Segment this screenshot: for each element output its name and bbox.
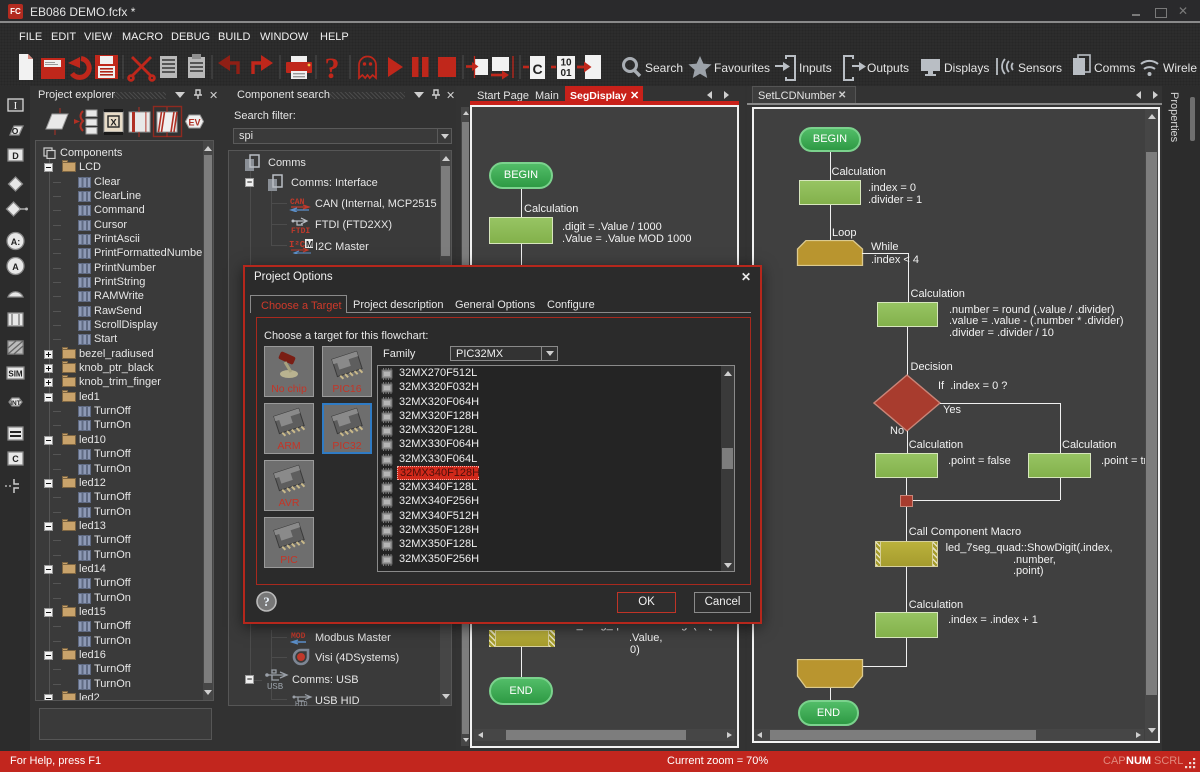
svg-text:A:: A: bbox=[11, 237, 21, 247]
svg-text:SIM: SIM bbox=[8, 370, 23, 379]
svg-text:I: I bbox=[14, 100, 18, 112]
svg-text:10: 10 bbox=[560, 58, 572, 69]
svg-text:CAN: CAN bbox=[290, 198, 305, 207]
svg-text:M: M bbox=[306, 239, 313, 249]
svg-text:C: C bbox=[532, 61, 542, 77]
svg-text:D: D bbox=[12, 151, 19, 161]
svg-text:USB: USB bbox=[267, 682, 284, 692]
svg-text:C: C bbox=[12, 454, 19, 464]
svg-text:A: A bbox=[12, 262, 19, 272]
svg-text:INT: INT bbox=[10, 400, 21, 407]
svg-text:EV: EV bbox=[188, 118, 200, 128]
svg-text:O: O bbox=[12, 126, 19, 136]
svg-text:?: ? bbox=[325, 52, 340, 85]
svg-text:MOD: MOD bbox=[291, 632, 306, 641]
svg-text:FTDI: FTDI bbox=[291, 227, 310, 234]
svg-text:01: 01 bbox=[560, 68, 572, 79]
svg-text:HID: HID bbox=[295, 701, 308, 706]
svg-text:X: X bbox=[110, 118, 117, 129]
svg-text:?: ? bbox=[263, 594, 270, 609]
